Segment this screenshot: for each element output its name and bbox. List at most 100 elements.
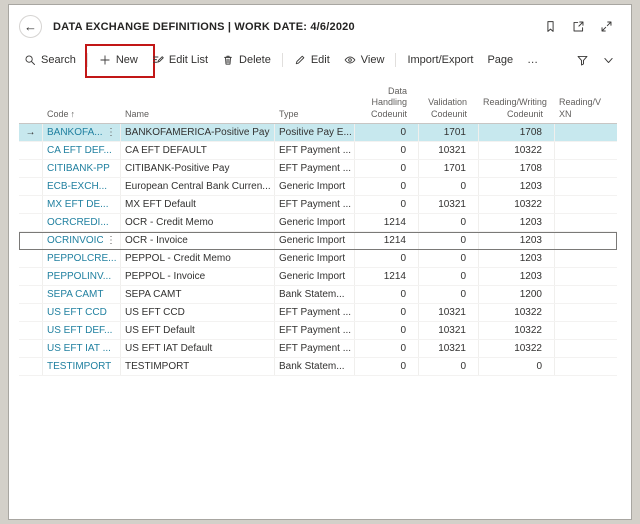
expand-icon[interactable] (600, 20, 613, 33)
cell-data_handling: 1214 (355, 213, 419, 231)
code-link[interactable]: OCRCREDI... (47, 217, 109, 228)
code-link[interactable]: PEPPOLINV... (47, 271, 111, 282)
cell-type: EFT Payment ... (275, 195, 355, 213)
row-indicator (19, 231, 43, 249)
column-header-label: Validation Codeunit (428, 97, 467, 119)
import-export-button[interactable]: Import/Export (400, 50, 480, 70)
cell-name: CA EFT DEFAULT (121, 141, 275, 159)
cell-name: BANKOFAMERICA-Positive Pay (121, 123, 275, 141)
code-link[interactable]: US EFT DEF... (47, 325, 112, 336)
table-row[interactable]: US EFT IAT ... US EFT IAT Default EFT Paym… (19, 339, 617, 358)
code-link[interactable]: CITIBANK-PP (47, 163, 110, 174)
edit-list-button[interactable]: Edit List (145, 50, 215, 70)
cell-xmlport (555, 196, 617, 213)
page-background: ← DATA EXCHANGE DEFINITIONS | WORK DATE:… (0, 0, 640, 524)
row-indicator (19, 357, 43, 375)
toolbar-right-icons (576, 54, 615, 67)
code-link[interactable]: BANKOFA... (47, 127, 103, 138)
cell-data_handling: 0 (355, 159, 419, 177)
toolbar-divider (86, 53, 88, 67)
row-indicator (19, 159, 43, 177)
column-header-xmlport[interactable]: Reading/V XN (555, 97, 617, 120)
back-button[interactable]: ← (19, 15, 42, 38)
table-row[interactable]: → BANKOFA... ⋮ BANKOFAMERICA-Positive Pay Po… (19, 123, 617, 142)
cell-reading_writing: 10322 (479, 195, 555, 213)
cell-reading_writing: 1203 (479, 231, 555, 249)
cell-data_handling: 0 (355, 339, 419, 357)
table-row[interactable]: MX EFT DE... MX EFT Default EFT Payment ..… (19, 195, 617, 214)
cell-code: SEPA CAMT (43, 285, 121, 303)
table-row[interactable]: SEPA CAMT SEPA CAMT Bank Statem... 0 0 1200 (19, 285, 617, 304)
table-row[interactable]: OCRCREDI... OCR - Credit Memo Generic Impo… (19, 213, 617, 232)
row-indicator: → (19, 123, 43, 141)
table-row[interactable]: OCRINVOICE⋮OCR - InvoiceGeneric Import12… (19, 231, 617, 250)
cell-data_handling: 0 (355, 177, 419, 195)
toolbar-item-label: New (115, 54, 138, 66)
more-options-button[interactable]: … (520, 50, 545, 70)
cell-reading_writing: 1203 (479, 177, 555, 195)
cell-data_handling: 0 (355, 249, 419, 267)
cell-type: Generic Import (275, 249, 355, 267)
cell-type: Generic Import (275, 231, 355, 249)
column-header-data_handling[interactable]: Data Handling Codeunit (355, 86, 419, 120)
table-row[interactable]: PEPPOLINV... PEPPOL - Invoice Generic Impo… (19, 267, 617, 286)
cell-data_handling: 0 (355, 303, 419, 321)
table-row[interactable]: US EFT CCD US EFT CCD EFT Payment ... 0 1032… (19, 303, 617, 322)
edit-button[interactable]: Edit (287, 50, 337, 70)
code-link[interactable]: PEPPOLCRE... (47, 253, 116, 264)
code-link[interactable]: US EFT IAT ... (47, 343, 111, 354)
cell-code: PEPPOLCRE... (43, 249, 121, 267)
window-header: ← DATA EXCHANGE DEFINITIONS | WORK DATE:… (9, 5, 631, 44)
new-button[interactable]: New (84, 44, 155, 78)
table-row[interactable]: CITIBANK-PP CITIBANK-Positive Pay EFT Paym… (19, 159, 617, 178)
code-link[interactable]: CA EFT DEF... (47, 145, 112, 156)
cell-xmlport (555, 322, 617, 339)
table-row[interactable]: US EFT DEF... US EFT Default EFT Payment .… (19, 321, 617, 340)
edit-icon (294, 54, 306, 66)
code-link[interactable]: MX EFT DE... (47, 199, 109, 210)
cell-xmlport (555, 268, 617, 285)
view-button[interactable]: View (337, 50, 392, 70)
row-menu-icon[interactable]: ⋮ (103, 127, 116, 138)
cell-xmlport (555, 178, 617, 195)
search-button[interactable]: Search (17, 50, 83, 70)
cell-validation: 0 (419, 267, 479, 285)
table-row[interactable]: PEPPOLCRE... PEPPOL - Credit Memo Generic … (19, 249, 617, 268)
row-menu-icon[interactable]: ⋮ (103, 235, 116, 246)
row-indicator (19, 285, 43, 303)
column-header-name[interactable]: Name (121, 109, 275, 120)
code-link[interactable]: OCRINVOICE (47, 235, 103, 246)
column-header-validation[interactable]: Validation Codeunit (419, 97, 479, 120)
cell-data_handling: 1214 (355, 231, 419, 249)
cell-code: OCRINVOICE⋮ (43, 231, 121, 249)
cell-type: Generic Import (275, 213, 355, 231)
cell-validation: 10321 (419, 321, 479, 339)
cell-name: US EFT Default (121, 321, 275, 339)
code-link[interactable]: ECB-EXCH... (47, 181, 107, 192)
page-button[interactable]: Page (480, 50, 520, 70)
table-row[interactable]: ECB-EXCH... European Central Bank Curren.… (19, 177, 617, 196)
code-link[interactable]: SEPA CAMT (47, 289, 104, 300)
table-row[interactable]: CA EFT DEF... CA EFT DEFAULT EFT Payment .… (19, 141, 617, 160)
cell-reading_writing: 1203 (479, 249, 555, 267)
cell-xmlport (555, 160, 617, 177)
cell-xmlport (555, 358, 617, 375)
cell-validation: 0 (419, 285, 479, 303)
popout-icon[interactable] (572, 20, 585, 33)
delete-button[interactable]: Delete (215, 50, 278, 70)
table-row[interactable]: TESTIMPORT TESTIMPORT Bank Statem... 0 0 0 (19, 357, 617, 376)
chevron-down-icon[interactable] (602, 54, 615, 67)
column-header-code[interactable]: Code ↑ (43, 109, 121, 120)
column-header-reading_writing[interactable]: Reading/Writing Codeunit (479, 97, 555, 120)
code-link[interactable]: US EFT CCD (47, 307, 107, 318)
code-link[interactable]: TESTIMPORT (47, 361, 111, 372)
cell-xmlport (555, 340, 617, 357)
bookmark-icon[interactable] (544, 20, 557, 33)
delete-icon (222, 54, 234, 66)
cell-name: US EFT CCD (121, 303, 275, 321)
column-header-type[interactable]: Type (275, 109, 355, 120)
toolbar-item-label: Search (41, 54, 76, 66)
filter-icon[interactable] (576, 54, 589, 67)
cell-reading_writing: 10322 (479, 141, 555, 159)
plus-icon (99, 54, 111, 66)
